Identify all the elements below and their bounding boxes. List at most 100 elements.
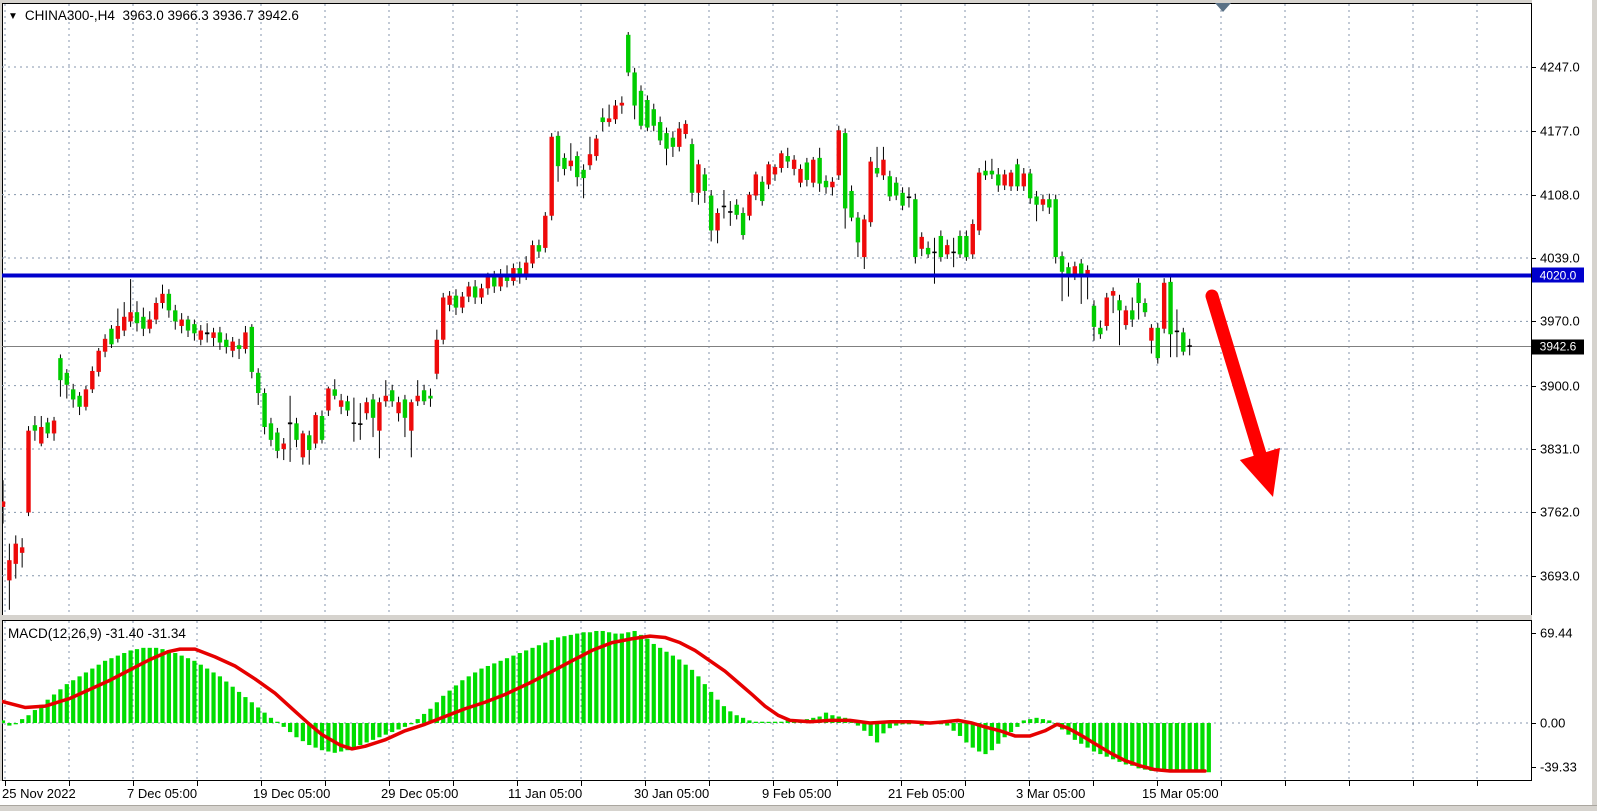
macd-histogram-bar: [109, 658, 113, 723]
candle-body: [907, 196, 911, 198]
x-axis-tick: [389, 781, 390, 786]
candle-body: [179, 320, 183, 326]
macd-histogram-bar: [141, 648, 145, 723]
macd-histogram-bar: [1034, 718, 1038, 723]
candle-body: [951, 252, 955, 254]
macd-histogram-bar: [530, 648, 534, 723]
macd-histogram-bar: [722, 706, 726, 723]
x-axis-tick: [837, 781, 838, 786]
macd-histogram-bar: [192, 661, 196, 723]
macd-histogram-bar: [403, 723, 407, 727]
candle-body: [805, 162, 809, 179]
x-axis-tick: [773, 781, 774, 786]
candle-body: [849, 191, 853, 218]
macd-histogram-bar: [262, 713, 266, 723]
macd-histogram-bar: [875, 723, 879, 742]
candle-body: [192, 324, 196, 333]
symbol-dropdown-icon[interactable]: ▼: [8, 11, 18, 22]
candle-body: [45, 422, 49, 433]
y-axis-label: 3693.0: [1540, 568, 1580, 583]
candle-body: [396, 402, 400, 413]
macd-histogram-bar: [1149, 723, 1153, 771]
candle-body: [1028, 173, 1032, 198]
candle-body: [1162, 283, 1166, 329]
macd-histogram-bar: [996, 723, 1000, 744]
macd-histogram-bar: [180, 656, 184, 723]
macd-histogram-bar: [613, 634, 617, 723]
window-frame-right: [1592, 0, 1597, 811]
candle-body: [837, 130, 841, 175]
macd-indicator-label: MACD(12,26,9) -31.40 -31.34: [8, 626, 186, 641]
macd-histogram-bar: [888, 723, 892, 728]
x-axis-tick: [901, 781, 902, 786]
macd-histogram-bar: [2, 720, 5, 723]
candle-body: [786, 156, 790, 162]
candle-body: [428, 396, 432, 399]
macd-histogram-bar: [690, 670, 694, 723]
candle-body: [441, 297, 445, 339]
macd-histogram-bar: [84, 672, 88, 723]
candle-body: [1009, 173, 1013, 187]
trend-arrow-shaft[interactable]: [1212, 296, 1260, 454]
candle-body: [779, 153, 783, 168]
candle-body: [333, 389, 337, 395]
candle-body: [2, 501, 5, 507]
x-axis-label: 7 Dec 05:00: [127, 786, 197, 801]
candle-body: [479, 288, 483, 297]
macd-histogram-bar: [448, 691, 452, 723]
candle-body: [141, 317, 145, 329]
candle-body: [888, 176, 892, 196]
macd-histogram-bar: [760, 722, 764, 723]
candle-body: [256, 373, 260, 393]
x-axis-tick: [517, 781, 518, 786]
macd-histogram-bar: [1188, 723, 1192, 771]
macd-histogram-bar: [569, 635, 573, 723]
candle-body: [148, 320, 152, 329]
macd-histogram-bar: [1194, 723, 1198, 772]
candle-body: [939, 236, 943, 257]
candle-body: [607, 118, 611, 122]
candle-body: [160, 294, 164, 303]
candle-body: [747, 195, 751, 216]
macd-histogram-bar: [167, 650, 171, 723]
candle-body: [186, 320, 190, 331]
macd-histogram-bar: [352, 723, 356, 748]
macd-chart[interactable]: [2, 620, 1532, 781]
candle-body: [39, 427, 43, 444]
macd-histogram-bar: [581, 632, 585, 723]
macd-histogram-bar: [256, 707, 260, 723]
macd-histogram-bar: [409, 723, 413, 724]
candle-body: [460, 297, 464, 308]
candle-body: [243, 332, 247, 349]
candle-body: [773, 167, 777, 174]
candle-body: [90, 371, 94, 389]
candle-body: [390, 390, 394, 401]
y-axis-tick: [1531, 195, 1536, 196]
candle-body: [1124, 310, 1128, 325]
mt4-chart-window: ▼CHINA300-,H4 3963.0 3966.3 3936.7 3942.…: [0, 0, 1597, 811]
macd-histogram-bar: [333, 723, 337, 753]
macd-histogram-bar: [1124, 723, 1128, 764]
candle-body: [275, 433, 279, 451]
candle-body: [920, 237, 924, 249]
trend-arrow-head[interactable]: [1240, 448, 1280, 497]
macd-histogram-bar: [1028, 719, 1032, 723]
candle-body: [467, 286, 471, 296]
candle-body: [741, 213, 745, 235]
candle-body: [109, 329, 113, 345]
x-axis-tick: [261, 781, 262, 786]
macd-histogram-bar: [767, 722, 771, 723]
candle-body: [262, 393, 266, 427]
candle-body: [269, 423, 273, 440]
macd-histogram-bar: [396, 723, 400, 729]
macd-histogram-bar: [537, 645, 541, 723]
candlestick-chart[interactable]: [2, 3, 1532, 616]
candle-body: [313, 415, 317, 443]
y-axis-label: 4108.0: [1540, 187, 1580, 202]
macd-histogram-bar: [199, 665, 203, 723]
candle-body: [97, 351, 101, 372]
candle-body: [932, 252, 936, 254]
x-axis-label: 15 Mar 05:00: [1142, 786, 1219, 801]
macd-histogram-bar: [416, 719, 420, 723]
candle-body: [958, 236, 962, 254]
